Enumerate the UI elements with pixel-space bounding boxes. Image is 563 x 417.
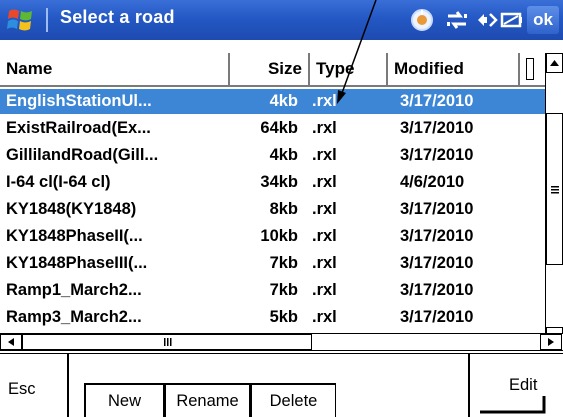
cell-name: KY1848(KY1848) <box>6 200 137 218</box>
delete-button[interactable]: Delete <box>250 383 336 417</box>
cell-size: 5kb <box>269 308 298 326</box>
table-row[interactable]: GillilandRoad(Gill... 4kb .rxl 3/17/2010 <box>0 143 545 168</box>
table-row[interactable]: Ramp3_March2... 5kb .rxl 3/17/2010 <box>0 305 545 330</box>
cell-size: 7kb <box>269 254 298 272</box>
table-row[interactable]: KY1848(KY1848) 8kb .rxl 3/17/2010 <box>0 197 545 222</box>
arrow-right-icon <box>548 338 554 346</box>
table-row[interactable]: KY1848PhaseIII(... 7kb .rxl 3/17/2010 <box>0 251 545 276</box>
cell-type: .rxl <box>312 227 337 245</box>
cell-modified: 3/17/2010 <box>400 146 474 164</box>
cell-type: .rxl <box>312 92 337 110</box>
cell-modified: 3/17/2010 <box>400 281 474 299</box>
cell-type: .rxl <box>312 173 337 191</box>
cell-name: KY1848PhaseII(... <box>6 227 143 245</box>
grip-icon <box>164 338 172 346</box>
cell-type: .rxl <box>312 308 337 326</box>
road-list: Name Size Type Modified EnglishStationUl… <box>0 40 563 365</box>
cell-modified: 3/17/2010 <box>400 119 474 137</box>
arrow-left-icon <box>8 338 14 346</box>
table-row[interactable]: KY1848PhaseII(... 10kb .rxl 3/17/2010 <box>0 224 545 249</box>
cell-modified: 4/6/2010 <box>400 173 465 191</box>
column-header-type[interactable]: Type <box>310 53 388 85</box>
cell-name: GillilandRoad(Gill... <box>6 146 159 164</box>
battery-icon[interactable] <box>500 6 524 34</box>
column-header-extra[interactable] <box>520 53 545 85</box>
title-separator <box>46 8 48 32</box>
cell-modified: 3/17/2010 <box>400 227 474 245</box>
cell-size: 64kb <box>260 119 298 137</box>
scroll-right-button[interactable] <box>540 334 562 350</box>
table-row[interactable]: Ramp1_March2... 7kb .rxl 3/17/2010 <box>0 278 545 303</box>
horizontal-scrollbar[interactable] <box>0 333 563 351</box>
vertical-scroll-thumb[interactable] <box>546 113 563 265</box>
connectivity-icon[interactable] <box>444 6 470 34</box>
arrow-up-icon <box>550 60 559 66</box>
cell-type: .rxl <box>312 119 337 137</box>
cell-name: EnglishStationUl... <box>6 92 152 110</box>
cell-size: 34kb <box>260 173 298 191</box>
windows-start-icon[interactable] <box>6 6 36 34</box>
scroll-up-button[interactable] <box>546 53 563 73</box>
cell-name: Ramp3_March2... <box>6 308 142 326</box>
cell-type: .rxl <box>312 254 337 272</box>
new-button[interactable]: New <box>84 383 164 417</box>
cell-name: KY1848PhaseIII(... <box>6 254 148 272</box>
speaker-icon[interactable] <box>474 6 500 34</box>
rename-button[interactable]: Rename <box>164 383 250 417</box>
window-title: Select a road <box>60 7 175 27</box>
horizontal-scroll-thumb[interactable] <box>22 334 312 350</box>
table-row[interactable]: I-64 cl(I-64 cl) 34kb .rxl 4/6/2010 <box>0 170 545 195</box>
cell-modified: 3/17/2010 <box>400 200 474 218</box>
title-bar: Select a road ok <box>0 0 563 40</box>
cell-name: Ramp1_March2... <box>6 281 142 299</box>
cell-modified: 3/17/2010 <box>400 92 474 110</box>
cell-type: .rxl <box>312 281 337 299</box>
table-row[interactable]: ExistRailroad(Ex... 64kb .rxl 3/17/2010 <box>0 116 545 141</box>
table-row[interactable]: EnglishStationUl... 4kb .rxl 3/17/2010 <box>0 89 545 114</box>
cell-size: 10kb <box>260 227 298 245</box>
column-header-modified[interactable]: Modified <box>388 53 520 85</box>
ok-button[interactable]: ok <box>527 6 559 34</box>
esc-softkey[interactable]: Esc <box>8 380 36 399</box>
edit-softkey-bracket-icon <box>480 396 546 414</box>
menu-divider <box>468 353 470 417</box>
column-header-name[interactable]: Name <box>0 53 230 85</box>
list-header: Name Size Type Modified <box>0 53 545 87</box>
cell-name: I-64 cl(I-64 cl) <box>6 173 111 191</box>
cell-size: 7kb <box>269 281 298 299</box>
vertical-scrollbar[interactable] <box>545 53 563 349</box>
menu-divider <box>67 353 69 417</box>
sync-icon[interactable] <box>410 6 434 34</box>
cell-type: .rxl <box>312 200 337 218</box>
cell-size: 4kb <box>269 146 298 164</box>
cell-modified: 3/17/2010 <box>400 308 474 326</box>
column-header-size[interactable]: Size <box>230 53 310 85</box>
grip-icon <box>551 186 559 194</box>
cell-name: ExistRailroad(Ex... <box>6 119 151 137</box>
scroll-left-button[interactable] <box>0 334 22 350</box>
cell-size: 4kb <box>269 92 298 110</box>
cell-type: .rxl <box>312 146 337 164</box>
cell-modified: 3/17/2010 <box>400 254 474 272</box>
cell-size: 8kb <box>269 200 298 218</box>
